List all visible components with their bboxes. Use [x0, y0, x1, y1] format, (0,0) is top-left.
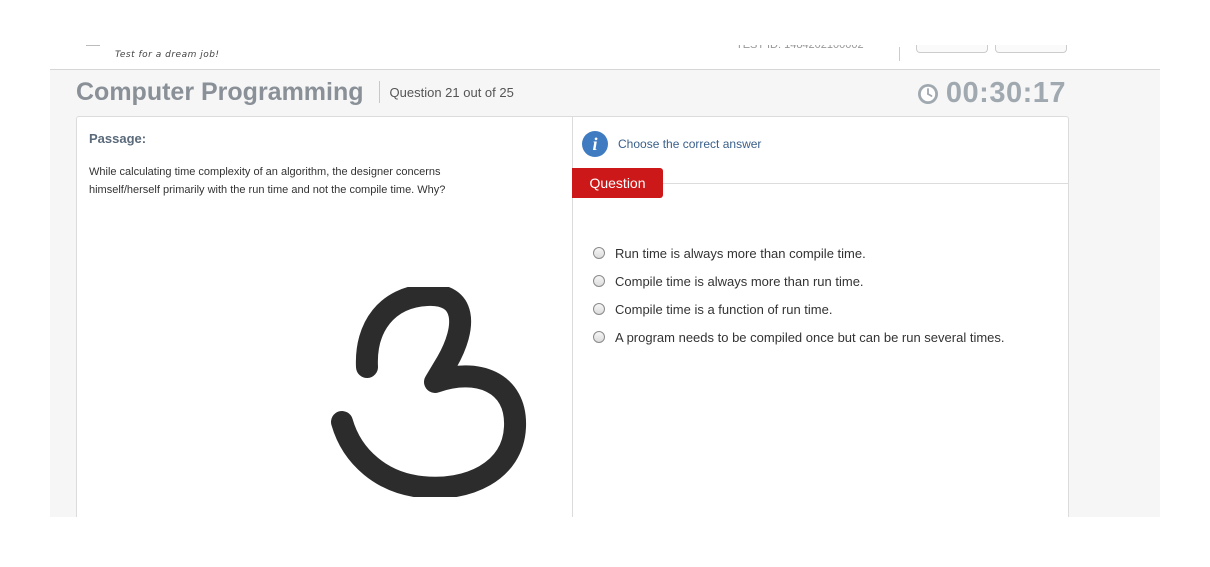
title-divider: [378, 81, 380, 103]
passage-label: Passage:: [89, 131, 147, 146]
test-id: TEST ID: 1484202100002: [736, 45, 864, 51]
tagline: Test for a dream job!: [115, 50, 220, 60]
test-app: Test for a dream job! TEST ID: 148420210…: [50, 45, 1160, 517]
instruction-text: Choose the correct answer: [618, 137, 762, 151]
radio-button[interactable]: [593, 303, 605, 315]
passage-text: While calculating time complexity of an …: [89, 166, 446, 196]
answer-option-label: Run time is always more than compile tim…: [615, 245, 866, 261]
title-row: Computer Programming Question 21 out of …: [76, 77, 514, 107]
question-panel: Passage: While calculating time complexi…: [76, 116, 1069, 517]
tab-question[interactable]: Question: [572, 168, 663, 198]
radio-button[interactable]: [593, 331, 605, 343]
answer-option-label: Compile time is always more than run tim…: [615, 273, 864, 289]
answer-option-label: Compile time is a function of run time.: [615, 301, 833, 317]
radio-button[interactable]: [593, 275, 605, 287]
instruction: i Choose the correct answer: [582, 131, 761, 157]
question-counter: Question 21 out of 25: [389, 84, 514, 100]
top-header: Test for a dream job! TEST ID: 148420210…: [50, 45, 1160, 70]
info-icon: i: [582, 131, 608, 157]
header-divider: [899, 47, 900, 61]
answer-options: Run time is always more than compile tim…: [593, 239, 1005, 351]
answer-option[interactable]: Compile time is always more than run tim…: [593, 267, 1005, 295]
handwritten-number-annotation: [331, 287, 526, 497]
timer: 00:30:17: [917, 77, 1066, 110]
timer-value: 00:30:17: [945, 77, 1066, 109]
answer-option[interactable]: Compile time is a function of run time.: [593, 295, 1005, 323]
passage-panel: Passage: While calculating time complexi…: [77, 117, 573, 517]
header-button-1[interactable]: [916, 45, 988, 53]
answer-option[interactable]: Run time is always more than compile tim…: [593, 239, 1005, 267]
answer-option-label: A program needs to be compiled once but …: [615, 329, 1005, 345]
page-title: Computer Programming: [76, 77, 364, 106]
clock-icon: [917, 83, 938, 104]
header-button-2[interactable]: [995, 45, 1067, 53]
radio-button[interactable]: [593, 247, 605, 259]
logo: [86, 45, 100, 46]
answer-option[interactable]: A program needs to be compiled once but …: [593, 323, 1005, 351]
